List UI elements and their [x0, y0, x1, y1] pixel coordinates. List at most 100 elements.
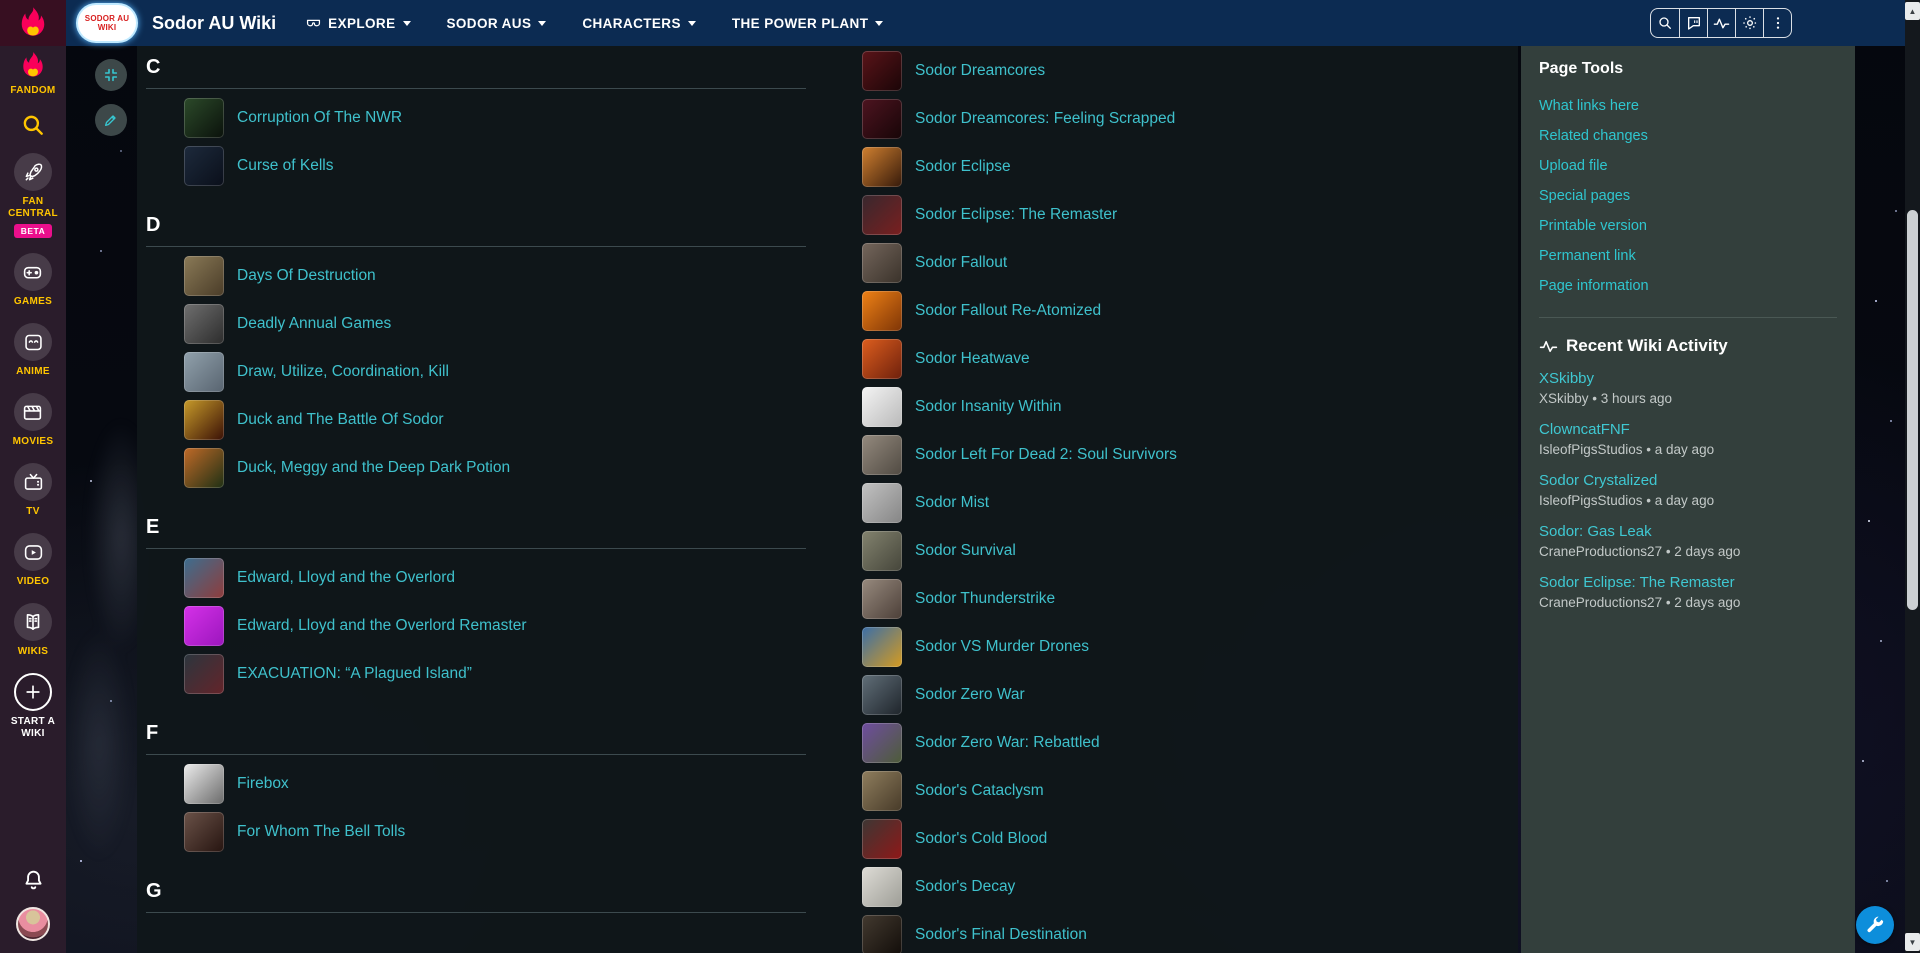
entry-title: Deadly Annual Games [237, 315, 392, 332]
category-entry[interactable]: Duck, Meggy and the Deep Dark Potion [146, 448, 806, 488]
category-entry[interactable]: Deadly Annual Games [146, 304, 806, 344]
rail-item-video[interactable]: VIDEO [14, 533, 52, 588]
category-entry[interactable]: Sodor's Cold Blood [862, 819, 1512, 859]
entry-thumbnail [184, 764, 224, 804]
discussions-button[interactable] [1679, 9, 1707, 37]
category-entry[interactable]: Sodor Dreamcores [862, 51, 1512, 91]
more-icon [1770, 15, 1786, 31]
scrollbar-thumb[interactable] [1907, 210, 1918, 610]
category-entry[interactable]: Sodor Left For Dead 2: Soul Survivors [862, 435, 1512, 475]
category-entry[interactable]: Firebox [146, 764, 806, 804]
entry-title: Sodor Left For Dead 2: Soul Survivors [915, 446, 1177, 463]
rail-item-tv[interactable]: TV [14, 463, 52, 518]
category-entry[interactable]: Corruption Of The NWR [146, 98, 806, 138]
scroll-down-arrow[interactable]: ▼ [1905, 933, 1920, 951]
letter-divider [146, 548, 806, 549]
category-column-left: C Corruption Of The NWR Curse of Kells D Day… [146, 46, 806, 922]
category-entry[interactable]: Sodor Survival [862, 531, 1512, 571]
activity-page-link[interactable]: XSkibby [1539, 369, 1837, 389]
activity-page-link[interactable]: Sodor Eclipse: The Remaster [1539, 573, 1837, 593]
site-title[interactable]: Sodor AU Wiki [152, 13, 276, 34]
category-entry[interactable]: EXACUATION: “A Plagued Island” [146, 654, 806, 694]
category-entry[interactable]: Sodor's Final Destination [862, 915, 1512, 953]
category-entry[interactable]: Sodor Mist [862, 483, 1512, 523]
theme-button[interactable] [1735, 9, 1763, 37]
category-entry[interactable]: Sodor Heatwave [862, 339, 1512, 379]
scrollbar[interactable]: ▲ ▼ [1905, 0, 1920, 953]
category-entry[interactable]: Sodor's Decay [862, 867, 1512, 907]
rail-item-fandom[interactable]: FANDOM [10, 52, 55, 97]
category-entry[interactable]: For Whom The Bell Tolls [146, 812, 806, 852]
fandom-logo-corner[interactable] [0, 0, 66, 46]
activity-page-link[interactable]: Sodor Crystalized [1539, 471, 1837, 491]
entry-title: Sodor Heatwave [915, 350, 1030, 367]
letter-section-F: F Firebox For Whom The Bell Tolls [146, 720, 806, 852]
activity-button[interactable] [1707, 9, 1735, 37]
activity-meta: IsleofPigsStudios • a day ago [1539, 493, 1715, 508]
rail-item-wikis[interactable]: WIKIS [14, 603, 52, 658]
category-entry[interactable]: Sodor's Cataclysm [862, 771, 1512, 811]
page-tools-link-page-information[interactable]: Page information [1539, 271, 1837, 301]
rail-item-movies[interactable]: MOVIES [13, 393, 54, 448]
my-tools-button[interactable] [1856, 906, 1894, 944]
more-button[interactable] [1763, 9, 1791, 37]
activity-page-link[interactable]: ClowncatFNF [1539, 420, 1837, 440]
page-tools-link-special-pages[interactable]: Special pages [1539, 181, 1837, 211]
chevron-down-icon [687, 21, 696, 26]
category-entry[interactable]: Edward, Lloyd and the Overlord Remaster [146, 606, 806, 646]
category-entry[interactable]: Sodor Dreamcores: Feeling Scrapped [862, 99, 1512, 139]
rail-item-fan-central[interactable]: FAN CENTRAL BETA [8, 153, 58, 238]
search-icon[interactable] [20, 112, 46, 138]
notifications-bell-icon[interactable] [21, 868, 46, 893]
letter-heading: E [146, 516, 160, 538]
video-play-icon [23, 542, 44, 563]
header-action-icons [1650, 8, 1792, 38]
category-entry[interactable]: Sodor Eclipse [862, 147, 1512, 187]
category-entry[interactable]: Draw, Utilize, Coordination, Kill [146, 352, 806, 392]
topnav-item-explore[interactable]: EXPLORE [306, 16, 411, 31]
entry-title: Corruption Of The NWR [237, 109, 403, 126]
activity-meta: XSkibby • 3 hours ago [1539, 391, 1673, 406]
category-entry[interactable]: Sodor Thunderstrike [862, 579, 1512, 619]
category-entry[interactable]: Sodor VS Murder Drones [862, 627, 1512, 667]
page-tools-link-printable-version[interactable]: Printable version [1539, 211, 1837, 241]
category-entry[interactable]: Edward, Lloyd and the Overlord [146, 558, 806, 598]
page-tools-link-related-changes[interactable]: Related changes [1539, 121, 1837, 151]
rail-item-anime[interactable]: ANIME [14, 323, 52, 378]
page-tools-link-upload-file[interactable]: Upload file [1539, 151, 1837, 181]
edit-page-button[interactable] [95, 104, 127, 136]
category-entry[interactable]: Sodor Insanity Within [862, 387, 1512, 427]
category-entry[interactable]: Duck and The Battle Of Sodor [146, 400, 806, 440]
category-entry[interactable]: Days Of Destruction [146, 256, 806, 296]
collapse-rail-button[interactable] [95, 59, 127, 91]
letter-divider [146, 754, 806, 755]
category-entry[interactable]: Sodor Eclipse: The Remaster [862, 195, 1512, 235]
topnav-item-characters[interactable]: CHARACTERS [582, 16, 696, 31]
search-button[interactable] [1651, 9, 1679, 37]
category-entry[interactable]: Curse of Kells [146, 146, 806, 186]
topnav-item-the-power-plant[interactable]: THE POWER PLANT [732, 16, 884, 31]
topnav-item-sodor-aus[interactable]: SODOR AUS [447, 16, 547, 31]
entry-title: Sodor's Cataclysm [915, 782, 1044, 799]
page-tools-link-what-links-here[interactable]: What links here [1539, 91, 1837, 121]
wiki-logo[interactable]: SODOR AU WIKI [78, 5, 136, 41]
entry-title: Sodor Zero War: Rebattled [915, 734, 1100, 751]
chevron-down-icon [875, 21, 884, 26]
category-entry[interactable]: Sodor Fallout Re-Atomized [862, 291, 1512, 331]
scroll-up-arrow[interactable]: ▲ [1905, 2, 1920, 20]
entry-title: Days Of Destruction [237, 267, 376, 284]
search-icon [1657, 15, 1673, 31]
category-entry[interactable]: Sodor Zero War [862, 675, 1512, 715]
category-entry[interactable]: Sodor Zero War: Rebattled [862, 723, 1512, 763]
entry-thumbnail [862, 339, 902, 379]
category-entry[interactable]: Sodor Fallout [862, 243, 1512, 283]
entry-thumbnail [862, 435, 902, 475]
rail-item-games[interactable]: GAMES [14, 253, 52, 308]
rail-item-start-a-wiki[interactable]: START A WIKI [0, 673, 66, 740]
entry-title: Duck, Meggy and the Deep Dark Potion [237, 459, 511, 476]
user-avatar[interactable] [16, 907, 50, 941]
letter-heading: G [146, 880, 162, 902]
page-tools-link-permanent-link[interactable]: Permanent link [1539, 241, 1837, 271]
entry-title: Sodor Insanity Within [915, 398, 1062, 415]
activity-page-link[interactable]: Sodor: Gas Leak [1539, 522, 1837, 542]
